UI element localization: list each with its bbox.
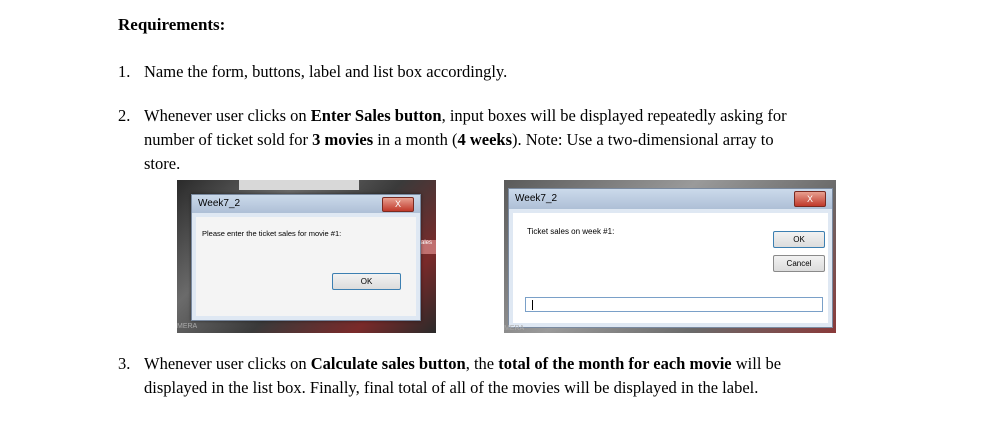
requirements-heading: Requirements: <box>118 15 226 34</box>
requirement-line: store. <box>118 152 878 176</box>
requirement-number: 3. <box>118 354 131 373</box>
text-run: Whenever user clicks on <box>144 106 311 125</box>
text-caret <box>532 300 533 310</box>
requirement-2: 2. Whenever user clicks on Enter Sales b… <box>118 104 878 176</box>
bold-text: total of the month for each movie <box>498 354 732 373</box>
dialog-titlebar: Week7_2 X <box>509 189 832 209</box>
bold-text: Enter Sales button <box>310 106 442 125</box>
requirement-number: 1. <box>118 62 131 81</box>
bold-text: Calculate sales button <box>310 354 466 373</box>
requirement-3: 3. Whenever user clicks on Calculate sal… <box>118 352 878 400</box>
ok-button[interactable]: OK <box>332 273 401 290</box>
text-run: number of ticket sold for <box>144 130 313 149</box>
requirement-1: 1. Name the form, buttons, label and lis… <box>118 60 507 84</box>
close-button[interactable]: X <box>794 191 826 207</box>
cancel-button[interactable]: Cancel <box>773 255 825 272</box>
background-footer-text: MERA <box>504 325 525 332</box>
requirement-line: Whenever user clicks on Enter Sales butt… <box>118 104 878 128</box>
text-run: will be <box>731 354 782 373</box>
dialog-client-area: Ticket sales on week #1: OK Cancel <box>513 213 828 323</box>
text-run: in a month ( <box>373 130 458 149</box>
screenshot-movie-dialog: sales Week7_2 X Please enter the ticket … <box>177 180 436 333</box>
background-footer-text: MERA <box>177 323 198 330</box>
text-run: store. <box>144 154 181 173</box>
dialog-title: Week7_2 <box>198 198 241 209</box>
dialog-title: Week7_2 <box>515 193 558 204</box>
requirement-number: 2. <box>118 106 131 125</box>
text-run: , input boxes will be displayed repeated… <box>441 106 787 125</box>
screenshot-week-dialog: Week7_2 X Ticket sales on week #1: OK Ca… <box>504 180 836 333</box>
close-button[interactable]: X <box>382 197 414 212</box>
dialog-titlebar: Week7_2 X <box>192 195 420 213</box>
ticket-sales-input[interactable] <box>525 297 823 312</box>
requirement-text: Name the form, buttons, label and list b… <box>144 62 508 81</box>
requirement-line: Whenever user clicks on Calculate sales … <box>118 352 878 376</box>
requirement-line: number of ticket sold for 3 movies in a … <box>118 128 878 152</box>
ok-button[interactable]: OK <box>773 231 825 248</box>
input-dialog-window: Week7_2 X Ticket sales on week #1: OK Ca… <box>508 188 833 328</box>
text-run: ). Note: Use a two-dimensional array to <box>512 130 774 149</box>
input-dialog-window: Week7_2 X Please enter the ticket sales … <box>191 194 421 321</box>
text-run: , the <box>465 354 499 373</box>
dialog-prompt: Please enter the ticket sales for movie … <box>202 229 342 238</box>
text-run: displayed in the list box. Finally, fina… <box>144 378 759 397</box>
bold-text: 3 movies <box>312 130 374 149</box>
text-run: Whenever user clicks on <box>144 354 311 373</box>
dialog-prompt: Ticket sales on week #1: <box>527 227 615 236</box>
background-window-strip <box>239 180 359 190</box>
requirement-line: displayed in the list box. Finally, fina… <box>118 376 878 400</box>
bold-text: 4 weeks <box>457 130 512 149</box>
